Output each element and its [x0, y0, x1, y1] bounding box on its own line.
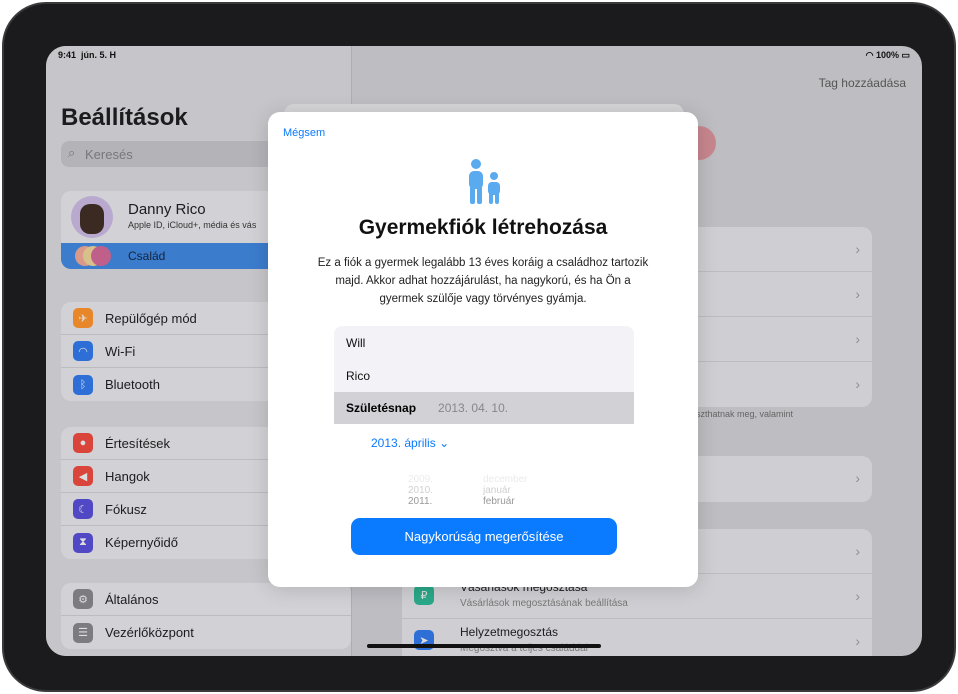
purchase-icon: ₽ [414, 585, 434, 605]
sidebar-item-general[interactable]: ⚙ Általános [61, 583, 351, 616]
create-child-account-modal: Mégsem Gyermekfiók létrehozása Ez a fiók… [268, 112, 698, 587]
chevron-right-icon: › [855, 286, 860, 302]
chevron-down-icon: ⌄ [439, 436, 450, 450]
profile-subtitle: Apple ID, iCloud+, média és vás [128, 220, 257, 230]
modal-title: Gyermekfiók létrehozása [358, 216, 608, 239]
airplane-icon: ✈ [73, 308, 93, 328]
wifi-icon: ◠ [73, 341, 93, 361]
status-time: 9:41 jún. 5. H [58, 50, 117, 60]
gear-icon: ⚙ [73, 589, 93, 609]
page-title: Beállítások [61, 104, 188, 131]
bell-icon: ● [73, 433, 93, 453]
ipad-frame: 9:41 jún. 5. H Beállítások ⌕ Keresés Dann… [2, 2, 956, 692]
hourglass-icon: ⧗ [73, 532, 93, 553]
month-year-selector[interactable]: 2013. április ⌄ [371, 436, 449, 450]
bluetooth-icon: ᛒ [73, 374, 93, 395]
birthday-field[interactable]: Születésnap 2013. 04. 10. [334, 392, 634, 424]
speaker-icon: ◀ [73, 466, 93, 486]
family-avatars [75, 246, 115, 266]
modal-description: Ez a fiók a gyermek legalább 13 éves kor… [317, 257, 649, 305]
screen: 9:41 jún. 5. H Beállítások ⌕ Keresés Dann… [46, 46, 922, 656]
moon-icon: ☾ [73, 499, 93, 519]
profile-name: Danny Rico [128, 201, 206, 218]
wifi-status-icon: ◠ [865, 50, 876, 60]
battery-status: ◠ 100% ▭ [865, 50, 910, 60]
confirm-adult-button[interactable]: Nagykorúság megerősítése [351, 518, 617, 555]
home-indicator[interactable] [367, 644, 601, 648]
general-group: ⚙ Általános ☰ Vezérlőközpont [61, 583, 351, 649]
parent-child-icon [469, 159, 500, 204]
chevron-right-icon: › [855, 543, 860, 559]
first-name-field[interactable]: Will [334, 326, 634, 359]
family-label: Család [128, 249, 166, 263]
search-icon: ⌕ [68, 145, 76, 160]
chevron-right-icon: › [855, 331, 860, 347]
chevron-right-icon: › [855, 588, 860, 604]
chevron-right-icon: › [855, 376, 860, 392]
birthday-value: 2013. 04. 10. [438, 401, 509, 415]
last-name-field[interactable]: Rico [334, 359, 634, 392]
group-footer: t oszthatnak meg, valamint [686, 409, 794, 419]
add-member-button[interactable]: Tag hozzáadása [819, 76, 906, 90]
location-sharing-row[interactable]: ➤ Helyzetmegosztás Megosztva a teljes cs… [402, 619, 872, 656]
cancel-button[interactable]: Mégsem [283, 127, 325, 139]
chevron-right-icon: › [855, 241, 860, 257]
form-fields: Will Rico Születésnap 2013. 04. 10. [334, 326, 634, 424]
avatar [71, 196, 113, 238]
chevron-right-icon: › [855, 633, 860, 649]
date-picker-wheel[interactable]: 2009. december 2010. január 2011. február [408, 474, 568, 507]
chevron-right-icon: › [855, 470, 860, 486]
birthday-label: Születésnap [346, 401, 417, 415]
sidebar-item-control-center[interactable]: ☰ Vezérlőközpont [61, 616, 351, 649]
switches-icon: ☰ [73, 622, 93, 643]
